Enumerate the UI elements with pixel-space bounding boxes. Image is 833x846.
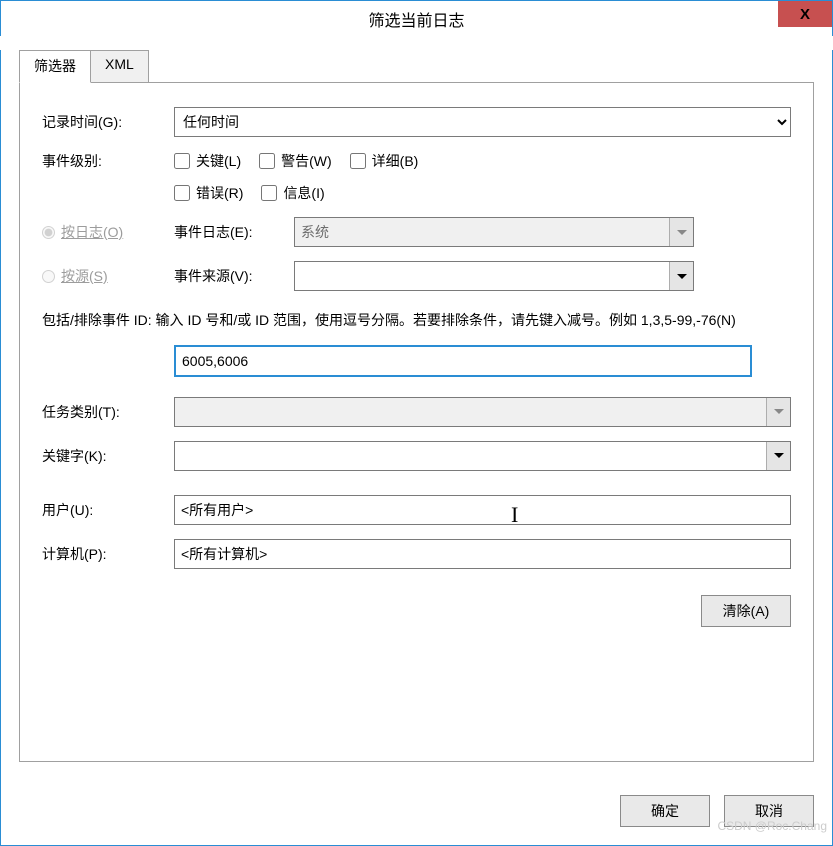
watermark: CSDN @Roc.Chang	[717, 819, 827, 833]
tab-filter[interactable]: 筛选器	[19, 50, 91, 83]
check-error[interactable]: 错误(R)	[174, 183, 243, 203]
event-id-input[interactable]	[174, 345, 752, 377]
label-logged: 记录时间(G):	[42, 112, 174, 132]
check-warning[interactable]: 警告(W)	[259, 151, 332, 171]
chevron-down-icon[interactable]	[766, 442, 790, 470]
chevron-down-icon	[766, 398, 790, 426]
check-critical[interactable]: 关键(L)	[174, 151, 241, 171]
tab-xml[interactable]: XML	[90, 50, 149, 83]
filter-panel: 记录时间(G): 任何时间 事件级别: 关键(L) 警告(W) 详细(B) 错误…	[19, 82, 814, 762]
chevron-down-icon[interactable]	[669, 262, 693, 290]
logged-select[interactable]: 任何时间	[174, 107, 791, 137]
window-title: 筛选当前日志	[368, 7, 464, 31]
user-input[interactable]	[174, 495, 791, 525]
radio-by-log: 按日志(O)	[42, 222, 174, 242]
dialog-body: 筛选器 XML 记录时间(G): 任何时间 事件级别: 关键(L) 警告(W) …	[0, 50, 833, 846]
event-id-help: 包括/排除事件 ID: 输入 ID 号和/或 ID 范围，使用逗号分隔。若要排除…	[42, 309, 791, 333]
check-information[interactable]: 信息(I)	[261, 183, 324, 203]
ok-button[interactable]: 确定	[620, 795, 710, 827]
radio-by-source[interactable]: 按源(S)	[42, 266, 174, 286]
label-task-category: 任务类别(T):	[42, 402, 174, 422]
label-event-sources: 事件来源(V):	[174, 266, 294, 286]
label-user: 用户(U):	[42, 500, 174, 520]
event-sources-combo[interactable]	[294, 261, 694, 291]
close-icon: X	[800, 6, 810, 23]
clear-button[interactable]: 清除(A)	[701, 595, 791, 627]
close-button[interactable]: X	[778, 1, 832, 27]
label-computer: 计算机(P):	[42, 544, 174, 564]
label-event-level: 事件级别:	[42, 151, 174, 171]
keywords-input[interactable]	[175, 442, 766, 470]
event-logs-combo: 系统	[294, 217, 694, 247]
tab-strip: 筛选器 XML	[19, 50, 814, 83]
title-bar: 筛选当前日志 X	[0, 0, 833, 36]
check-verbose[interactable]: 详细(B)	[350, 151, 419, 171]
computer-input[interactable]	[174, 539, 791, 569]
label-event-logs: 事件日志(E):	[174, 222, 294, 242]
task-category-combo	[174, 397, 791, 427]
chevron-down-icon	[669, 218, 693, 246]
label-keywords: 关键字(K):	[42, 446, 174, 466]
keywords-combo[interactable]	[174, 441, 791, 471]
event-sources-input[interactable]	[295, 262, 669, 290]
